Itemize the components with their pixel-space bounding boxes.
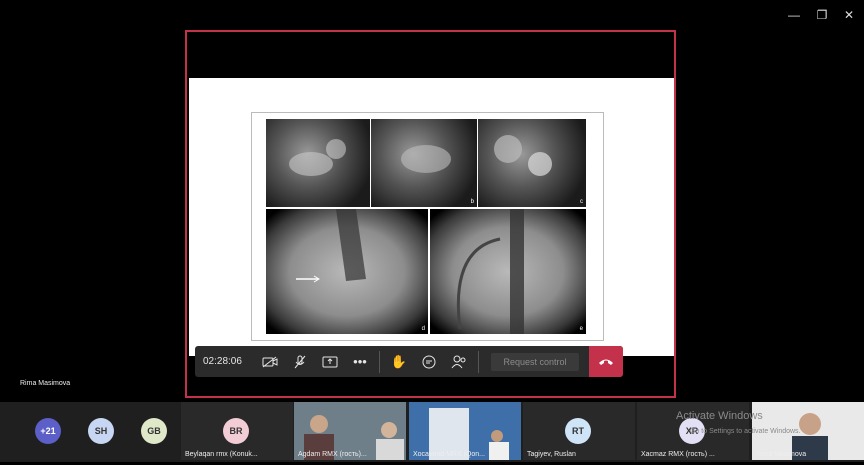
more-options-icon[interactable]: ••• — [345, 346, 375, 377]
panel-label-b: b — [470, 199, 474, 205]
ct-panel-b: b — [371, 119, 477, 207]
share-screen-icon[interactable] — [315, 346, 345, 377]
participant-name: Xocavend MRX (Qon... — [413, 451, 485, 458]
camera-off-icon[interactable] — [255, 346, 285, 377]
overflow-participants-button[interactable]: +21 — [35, 418, 61, 444]
xray-panel-e: e — [430, 209, 586, 334]
toolbar-divider — [379, 350, 380, 373]
presenter-name: Rima Masimova — [20, 380, 71, 387]
presentation-slide: b c d e — [189, 78, 674, 356]
participant-name: Agdam RMX (гость)... — [298, 451, 367, 458]
avatar[interactable]: SH — [88, 418, 114, 444]
maximize-button[interactable]: ❐ — [813, 6, 831, 24]
raise-hand-icon[interactable]: ✋ — [384, 346, 414, 377]
participants-icon[interactable] — [444, 346, 474, 377]
avatar[interactable]: GB — [141, 418, 167, 444]
participant-video-tile[interactable]: Agdam RMX (гость)... — [294, 402, 406, 460]
mic-muted-icon[interactable] — [285, 346, 315, 377]
xray-panel-d: d — [266, 209, 428, 334]
activation-watermark-subtitle: Go to Settings to activate Windows. — [690, 428, 801, 435]
participant-video-tile[interactable]: Xocavend MRX (Qon... — [409, 402, 521, 460]
hang-up-button[interactable] — [589, 346, 623, 377]
close-button[interactable]: ✕ — [840, 6, 858, 24]
panel-label-c: c — [580, 199, 583, 205]
minimize-button[interactable]: — — [785, 6, 803, 24]
panel-label-e: e — [579, 326, 583, 332]
medical-figure: b c d e — [251, 112, 604, 341]
panel-label-d: d — [421, 326, 425, 332]
chat-icon[interactable] — [414, 346, 444, 377]
participant-name: Tagiyev, Ruslan — [527, 451, 576, 458]
participant-tile[interactable]: BR Beylaqan rmx (Konuk... — [181, 402, 293, 460]
activation-watermark-title: Activate Windows — [676, 410, 763, 422]
toolbar-divider — [478, 350, 479, 373]
call-timer: 02:28:06 — [203, 356, 242, 367]
avatar: RT — [565, 418, 591, 444]
request-control-button[interactable]: Request control — [491, 352, 579, 371]
avatar: BR — [223, 418, 249, 444]
participant-name: Xacmaz RMX (гость) ... — [641, 451, 715, 458]
call-toolbar: 02:28:06 ••• ✋ Request control — [195, 346, 623, 377]
participant-name: Beylaqan rmx (Konuk... — [185, 451, 258, 458]
title-bar: — ❐ ✕ — [0, 0, 864, 30]
participant-tile[interactable]: RT Tagiyev, Ruslan — [523, 402, 635, 460]
ct-panel-a — [266, 119, 370, 207]
participant-name: Rima Masimova — [756, 451, 807, 458]
ct-panel-c: c — [478, 119, 586, 207]
phone-hangup-icon — [598, 354, 614, 370]
shared-screen[interactable]: b c d e — [185, 30, 676, 398]
